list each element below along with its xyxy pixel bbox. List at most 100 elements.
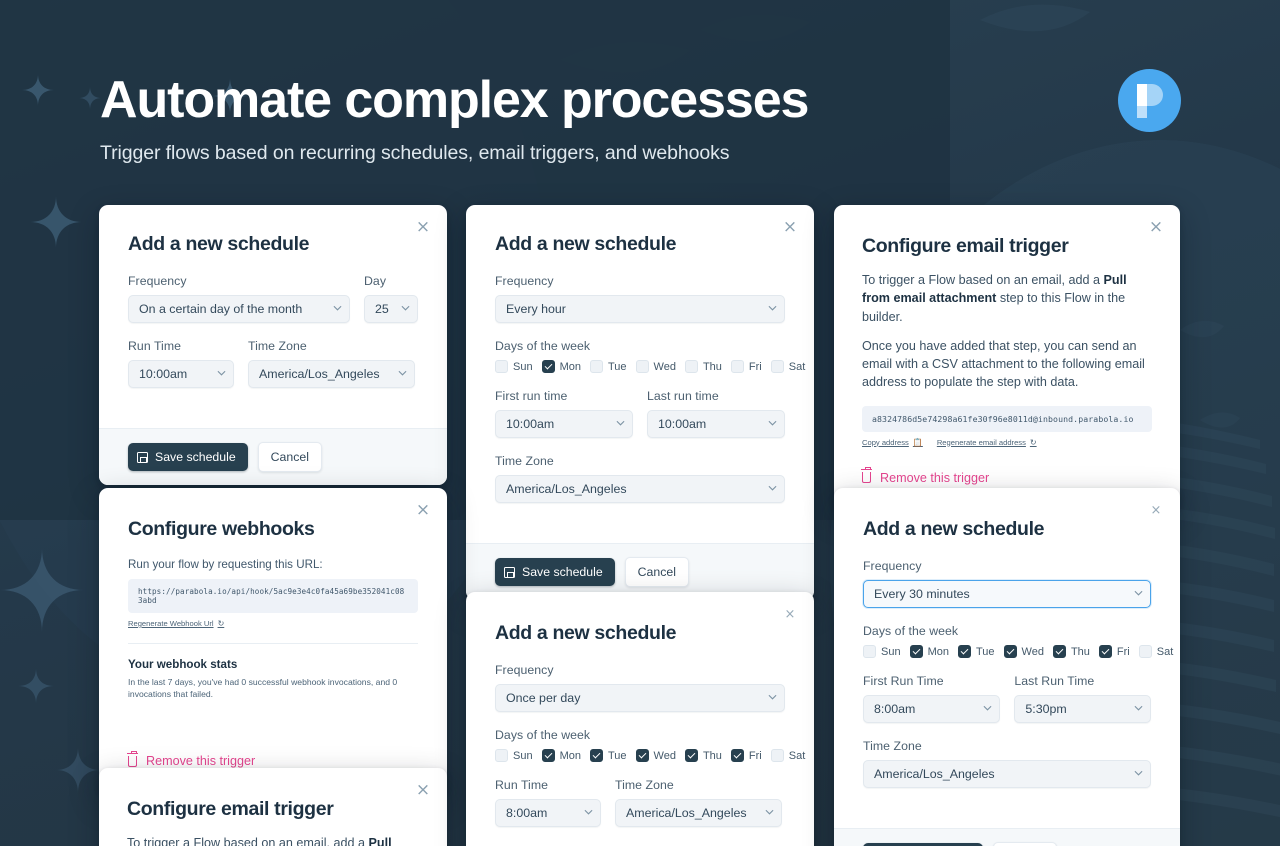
time-zone-select[interactable]: America/Los_Angeles <box>495 475 785 503</box>
copy-icon: 📋 <box>912 437 923 447</box>
page-title: Automate complex processes <box>100 71 809 129</box>
checkbox-icon[interactable] <box>635 749 649 762</box>
day-label: Wed <box>653 360 676 373</box>
time-zone-select[interactable]: America/Los_Angeles <box>863 760 1151 788</box>
day-toggle-sat[interactable]: Sat <box>1138 645 1173 658</box>
close-icon[interactable]: × <box>779 603 801 625</box>
checkbox-icon[interactable] <box>1138 645 1152 658</box>
day-toggle-thu[interactable]: Thu <box>1052 645 1090 658</box>
checkbox-icon[interactable] <box>730 749 744 762</box>
day-toggle-wed[interactable]: Wed <box>635 360 676 373</box>
email-address-box[interactable]: a8324786d5e74298a61fe30f96e8011d@inbound… <box>862 405 1152 432</box>
checkbox-icon[interactable] <box>589 749 603 762</box>
time-zone-select[interactable]: America/Los_Angeles <box>248 360 415 388</box>
close-icon[interactable]: × <box>1145 216 1167 238</box>
parabola-logo-icon <box>1118 69 1181 132</box>
day-toggle-thu[interactable]: Thu <box>684 749 722 762</box>
day-toggle-sun[interactable]: Sun <box>863 645 901 658</box>
day-toggle-wed[interactable]: Wed <box>635 749 676 762</box>
regenerate-email-label: Regenerate email address <box>936 437 1026 447</box>
frequency-select[interactable]: Every hour <box>495 295 785 323</box>
regenerate-webhook-link[interactable]: Regenerate Webhook Url ↻ <box>128 619 224 628</box>
frequency-select[interactable]: Every 30 minutes <box>863 580 1151 608</box>
close-icon[interactable]: × <box>779 216 801 238</box>
run-time-select[interactable]: 10:00am <box>128 360 234 388</box>
close-icon[interactable]: × <box>412 216 434 238</box>
last-run-select[interactable]: 5:30pm <box>1014 695 1151 723</box>
frequency-value: Once per day <box>506 691 581 705</box>
day-toggle-tue[interactable]: Tue <box>589 749 627 762</box>
checkbox-icon[interactable] <box>541 749 555 762</box>
checkbox-icon[interactable] <box>863 645 876 658</box>
checkbox-icon[interactable] <box>495 360 508 373</box>
chevron-down-icon <box>616 420 625 428</box>
last-run-select[interactable]: 10:00am <box>647 410 785 438</box>
cancel-button[interactable]: Cancel <box>624 557 689 587</box>
webhook-url-box[interactable]: https://parabola.io/api/hook/5ac9e3e4c0f… <box>128 579 418 613</box>
checkbox-icon[interactable] <box>541 360 555 373</box>
time-zone-select[interactable]: America/Los_Angeles <box>615 799 782 827</box>
day-toggle-mon[interactable]: Mon <box>541 360 581 373</box>
day-toggle-mon[interactable]: Mon <box>909 645 949 658</box>
day-toggle-mon[interactable]: Mon <box>541 749 581 762</box>
regenerate-email-link[interactable]: Regenerate email address ↻ <box>937 438 1037 447</box>
checkbox-icon[interactable] <box>1098 645 1112 658</box>
chevron-down-icon <box>1134 770 1143 778</box>
day-toggle-sun[interactable]: Sun <box>495 749 533 762</box>
card-title: Add a new schedule <box>495 233 677 255</box>
card-title: Configure webhooks <box>128 518 315 540</box>
close-icon[interactable]: × <box>412 779 434 801</box>
time-zone-value: America/Los_Angeles <box>874 767 995 781</box>
chevron-down-icon <box>768 305 777 313</box>
save-schedule-button[interactable]: Save schedule <box>128 443 248 471</box>
frequency-select[interactable]: On a certain day of the month <box>128 295 350 323</box>
first-run-select[interactable]: 10:00am <box>495 410 633 438</box>
close-icon[interactable]: × <box>1145 499 1167 521</box>
checkbox-icon[interactable] <box>495 749 508 762</box>
first-run-value: 10:00am <box>506 417 555 431</box>
copy-address-link[interactable]: Copy address 📋 <box>862 438 923 447</box>
checkbox-icon[interactable] <box>1052 645 1066 658</box>
checkbox-icon[interactable] <box>684 749 698 762</box>
cancel-button[interactable]: Cancel <box>992 842 1057 846</box>
day-toggle-wed[interactable]: Wed <box>1003 645 1044 658</box>
chevron-down-icon <box>584 809 593 817</box>
time-zone-label: Time Zone <box>863 739 922 753</box>
logo-stem-bottom <box>1136 105 1147 118</box>
checkbox-icon[interactable] <box>770 360 784 373</box>
day-label: Tue <box>975 645 995 658</box>
checkbox-icon[interactable] <box>635 360 649 373</box>
checkbox-icon[interactable] <box>684 360 698 373</box>
day-toggle-thu[interactable]: Thu <box>684 360 722 373</box>
day-toggle-fri[interactable]: Fri <box>730 749 762 762</box>
first-run-select[interactable]: 8:00am <box>863 695 1001 723</box>
webhook-stats-text: In the last 7 days, you've had 0 success… <box>128 677 398 700</box>
checkbox-icon[interactable] <box>589 360 603 373</box>
chevron-down-icon <box>983 705 992 713</box>
card-title: Add a new schedule <box>863 518 1045 540</box>
cancel-button[interactable]: Cancel <box>257 442 322 472</box>
day-toggle-sat[interactable]: Sat <box>770 749 805 762</box>
checkbox-icon[interactable] <box>770 749 784 762</box>
day-toggle-sun[interactable]: Sun <box>495 360 533 373</box>
remove-trigger-button[interactable]: Remove this trigger <box>860 467 1152 485</box>
day-toggle-tue[interactable]: Tue <box>957 645 995 658</box>
day-toggle-fri[interactable]: Fri <box>730 360 762 373</box>
day-value: 25 <box>375 302 389 316</box>
logo-stem-top <box>1136 83 1147 106</box>
save-schedule-button[interactable]: Save schedule <box>495 558 615 586</box>
day-select[interactable]: 25 <box>364 295 418 323</box>
frequency-label: Frequency <box>495 663 554 677</box>
frequency-select[interactable]: Once per day <box>495 684 785 712</box>
checkbox-icon[interactable] <box>1003 645 1017 658</box>
day-toggle-sat[interactable]: Sat <box>770 360 805 373</box>
day-toggle-tue[interactable]: Tue <box>589 360 627 373</box>
close-icon[interactable]: × <box>412 499 434 521</box>
checkbox-icon[interactable] <box>957 645 971 658</box>
day-toggle-fri[interactable]: Fri <box>1098 645 1130 658</box>
checkbox-icon[interactable] <box>730 360 744 373</box>
checkbox-icon[interactable] <box>909 645 923 658</box>
remove-trigger-button[interactable]: Remove this trigger <box>126 750 418 768</box>
run-time-select[interactable]: 8:00am <box>495 799 601 827</box>
regenerate-webhook-label: Regenerate Webhook Url <box>128 619 214 628</box>
